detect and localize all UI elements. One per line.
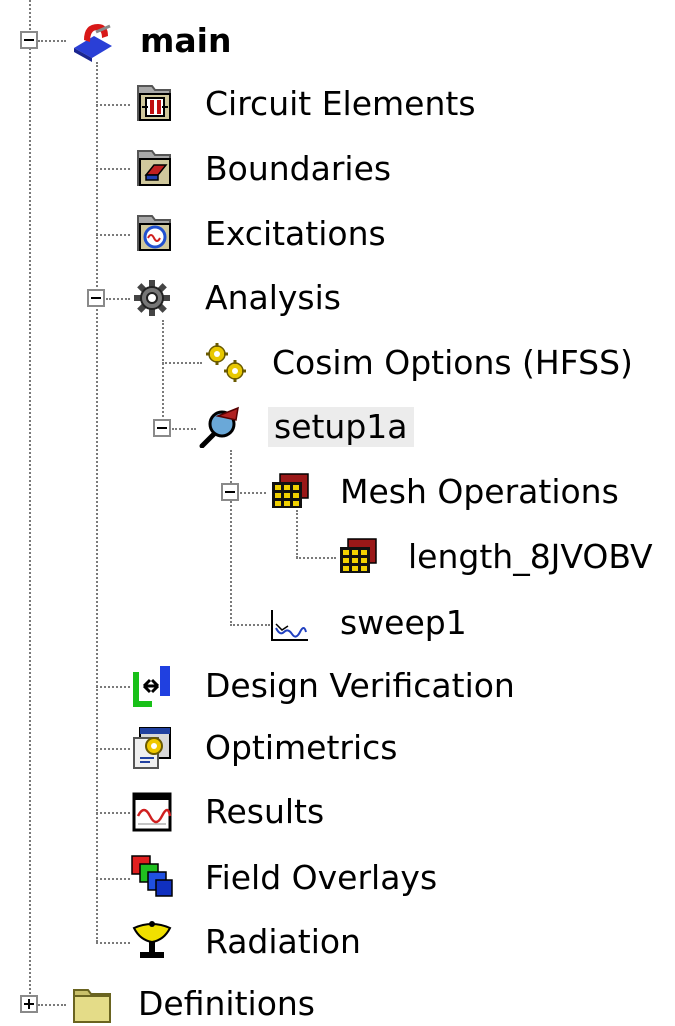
tree-node-label: Optimetrics bbox=[205, 728, 398, 767]
circuit-elements-folder-icon bbox=[132, 80, 176, 124]
results-icon bbox=[130, 790, 174, 834]
tree-connector bbox=[96, 168, 130, 170]
cosim-gears-icon bbox=[204, 340, 248, 384]
tree-connector bbox=[162, 320, 164, 428]
definitions-folder-icon bbox=[70, 982, 114, 1026]
tree-connector bbox=[172, 428, 196, 430]
tree-node-label: Design Verification bbox=[205, 666, 515, 705]
analysis-gear-icon bbox=[130, 276, 174, 320]
tree-connector bbox=[162, 362, 202, 364]
tree-connector bbox=[38, 40, 66, 42]
tree-connector bbox=[38, 1004, 66, 1006]
expand-definitions-toggle[interactable] bbox=[20, 995, 38, 1013]
project-tree: main Circuit Elements Boundaries Excitat… bbox=[0, 0, 675, 1023]
tree-node-label: Definitions bbox=[138, 984, 315, 1023]
tree-node-label: Analysis bbox=[205, 278, 341, 317]
mesh-operations-icon bbox=[268, 470, 312, 514]
tree-node-label: Excitations bbox=[205, 214, 386, 253]
collapse-mesh-operations-toggle[interactable] bbox=[221, 483, 239, 501]
tree-connector bbox=[29, 0, 31, 1002]
tree-connector bbox=[296, 510, 298, 558]
tree-connector bbox=[96, 104, 130, 106]
tree-connector bbox=[96, 878, 130, 880]
boundaries-folder-icon bbox=[132, 145, 176, 189]
tree-connector bbox=[96, 812, 130, 814]
field-overlays-icon bbox=[130, 854, 174, 898]
tree-node-label: Results bbox=[205, 792, 325, 831]
radiation-icon bbox=[130, 918, 174, 962]
frequency-sweep-icon bbox=[268, 600, 312, 644]
excitations-folder-icon bbox=[132, 210, 176, 254]
tree-connector bbox=[230, 450, 232, 626]
collapse-setup1a-toggle[interactable] bbox=[153, 419, 171, 437]
tree-connector bbox=[296, 557, 336, 559]
tree-connector bbox=[96, 748, 130, 750]
collapse-analysis-toggle[interactable] bbox=[87, 289, 105, 307]
collapse-main-toggle[interactable] bbox=[20, 31, 38, 49]
tree-connector bbox=[96, 686, 130, 688]
tree-node-label: setup1a bbox=[268, 407, 414, 447]
design-verification-icon bbox=[130, 664, 174, 708]
tree-node-label: Mesh Operations bbox=[340, 472, 619, 511]
setup-magnifier-icon bbox=[198, 404, 242, 448]
tree-connector bbox=[240, 492, 266, 494]
tree-connector bbox=[106, 298, 130, 300]
tree-node-label: length_8JVOBV bbox=[408, 537, 653, 576]
tree-connector bbox=[96, 234, 130, 236]
mesh-operation-icon bbox=[336, 535, 380, 579]
tree-connector bbox=[96, 942, 130, 944]
optimetrics-icon bbox=[130, 726, 174, 770]
tree-node-label: main bbox=[140, 21, 232, 60]
tree-connector bbox=[96, 62, 98, 942]
tree-node-label: Cosim Options (HFSS) bbox=[272, 343, 633, 382]
tree-node-label: sweep1 bbox=[340, 603, 467, 642]
tree-node-label: Radiation bbox=[205, 922, 361, 961]
tree-node-label: Field Overlays bbox=[205, 858, 438, 897]
tree-connector bbox=[230, 624, 270, 626]
tree-node-label: Boundaries bbox=[205, 149, 392, 188]
hfss-design-icon bbox=[70, 18, 114, 62]
tree-node-label: Circuit Elements bbox=[205, 84, 476, 123]
